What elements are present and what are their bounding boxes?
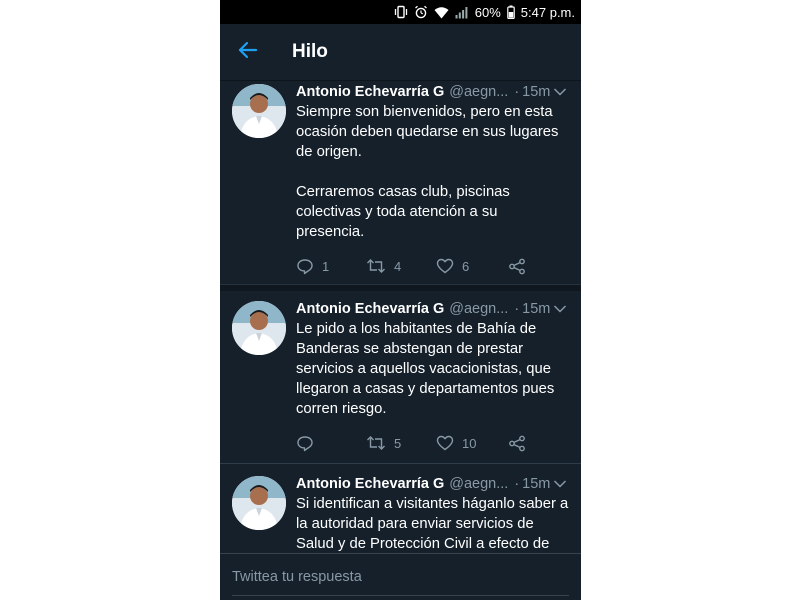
tweet-text: Siempre son bienvenidos, pero en esta oc…	[296, 104, 559, 240]
page-title: Hilo	[292, 41, 328, 62]
like-count: 6	[462, 258, 470, 274]
tweet-actions: 5 10	[296, 425, 569, 461]
app-bar: Hilo	[220, 24, 581, 81]
wifi-icon	[434, 6, 449, 19]
alarm-icon	[414, 5, 428, 19]
reply-count: 1	[322, 258, 330, 274]
share-icon	[508, 258, 526, 275]
reply-composer[interactable]: Twittea tu respuesta	[220, 553, 581, 600]
like-icon	[436, 258, 454, 274]
retweet-count: 5	[394, 435, 402, 451]
separator-dot: ·	[514, 84, 520, 100]
tweet-text: Le pido a los habitantes de Bahía de Ban…	[296, 321, 555, 417]
reply-button[interactable]	[296, 435, 366, 452]
author-handle[interactable]: @aegn...	[449, 300, 508, 318]
retweet-icon	[366, 435, 386, 451]
thread-feed[interactable]: Antonio Echevarría G @aegn... · 15m Siem…	[220, 80, 581, 554]
retweet-button[interactable]: 5	[366, 435, 436, 451]
like-count: 10	[462, 435, 477, 451]
back-button[interactable]	[220, 24, 276, 80]
chevron-down-icon[interactable]	[553, 479, 567, 489]
tweet-divider	[220, 284, 581, 291]
phone-screen: 60% 5:47 p.m. Hilo Antonio Echevarría G …	[220, 0, 581, 600]
battery-icon	[506, 5, 515, 19]
retweet-button[interactable]: 4	[366, 258, 436, 274]
chevron-down-icon[interactable]	[553, 87, 567, 97]
tweet[interactable]: Antonio Echevarría G @aegn... · 15m Le p…	[220, 291, 581, 461]
share-icon	[508, 435, 526, 452]
share-button[interactable]	[508, 435, 526, 452]
timestamp: 15m	[522, 84, 551, 100]
input-underline	[232, 595, 569, 596]
status-bar: 60% 5:47 p.m.	[220, 0, 581, 24]
avatar[interactable]	[232, 476, 286, 530]
author-name[interactable]: Antonio Echevarría G	[296, 83, 444, 101]
like-button[interactable]: 6	[436, 258, 508, 274]
separator-dot: ·	[514, 301, 520, 317]
avatar[interactable]	[232, 84, 286, 138]
vibrate-icon	[394, 5, 408, 19]
like-icon	[436, 435, 454, 451]
author-handle[interactable]: @aegn...	[449, 475, 508, 493]
reply-icon	[296, 435, 314, 452]
back-arrow-icon	[238, 41, 258, 64]
timestamp: 15m	[522, 301, 551, 317]
like-button[interactable]: 10	[436, 435, 508, 451]
clock: 5:47 p.m.	[520, 4, 575, 20]
tweet-actions: 1 4 6	[296, 248, 569, 284]
tweet-text: Si identifican a visitantes háganlo sabe…	[296, 496, 569, 552]
separator-dot: ·	[514, 476, 520, 492]
tweet[interactable]: Antonio Echevarría G @aegn... · 15m Siem…	[220, 80, 581, 284]
tweet[interactable]: Antonio Echevarría G @aegn... · 15m Si i…	[220, 464, 581, 554]
reply-icon	[296, 258, 314, 275]
author-handle[interactable]: @aegn...	[449, 83, 508, 101]
timestamp: 15m	[522, 476, 551, 492]
battery-percent: 60%	[474, 4, 501, 20]
reply-button[interactable]: 1	[296, 258, 366, 275]
share-button[interactable]	[508, 258, 526, 275]
author-name[interactable]: Antonio Echevarría G	[296, 300, 444, 318]
reply-input[interactable]: Twittea tu respuesta	[232, 569, 362, 585]
retweet-count: 4	[394, 258, 402, 274]
chevron-down-icon[interactable]	[553, 304, 567, 314]
retweet-icon	[366, 258, 386, 274]
author-name[interactable]: Antonio Echevarría G	[296, 475, 444, 493]
avatar[interactable]	[232, 301, 286, 355]
signal-icon	[455, 6, 469, 19]
